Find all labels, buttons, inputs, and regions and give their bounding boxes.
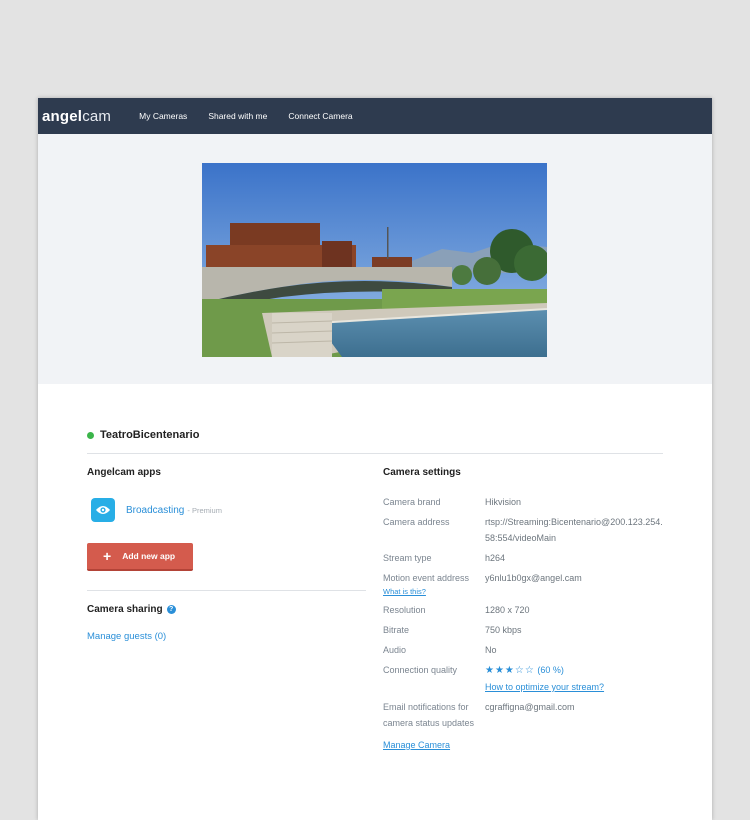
setting-key: Camera address xyxy=(383,517,450,527)
nav-shared-with-me[interactable]: Shared with me xyxy=(208,111,267,121)
setting-key: Connection quality xyxy=(383,665,458,675)
what-is-this-link[interactable]: What is this? xyxy=(383,586,485,598)
setting-row-stream: Stream type h264 xyxy=(383,550,663,566)
camera-name: TeatroBicentenario xyxy=(100,429,200,441)
section-divider xyxy=(87,590,366,591)
setting-key: Motion event address xyxy=(383,573,470,583)
setting-value: 1280 x 720 xyxy=(485,605,530,615)
camera-preview-area xyxy=(38,134,712,384)
setting-value: y6nlu1b0gx@angel.cam xyxy=(485,573,582,583)
sharing-title-text: Camera sharing xyxy=(87,604,163,615)
setting-row-brand: Camera brand Hikvision xyxy=(383,494,663,510)
setting-value-block: ★★★☆☆ (60 %) How to optimize your stream… xyxy=(485,662,663,695)
plus-icon: + xyxy=(103,548,112,564)
setting-row-address: Camera address rtsp://Streaming:Bicenten… xyxy=(383,514,663,546)
app-window: angelcam My Cameras Shared with me Conne… xyxy=(38,98,712,820)
quality-stars-icon: ★★★☆☆ xyxy=(485,665,535,676)
angelcam-logo[interactable]: angelcam xyxy=(42,108,111,125)
setting-value: Hikvision xyxy=(485,497,522,507)
logo-bold-text: angel xyxy=(42,107,83,125)
setting-key: Audio xyxy=(383,645,407,655)
help-icon[interactable]: ? xyxy=(166,605,176,614)
setting-row-email: Email notifications for camera status up… xyxy=(383,699,663,731)
manage-guests-link[interactable]: Manage guests (0) xyxy=(87,631,366,642)
setting-key: Resolution xyxy=(383,605,426,615)
settings-section-title: Camera settings xyxy=(383,467,461,478)
setting-key: Camera brand xyxy=(383,497,441,507)
eye-icon xyxy=(91,498,115,522)
camera-title-row: TeatroBicentenario xyxy=(87,429,663,454)
add-new-app-button[interactable]: + Add new app xyxy=(87,543,193,571)
setting-key: Stream type xyxy=(383,553,432,563)
optimize-stream-link[interactable]: How to optimize your stream? xyxy=(485,682,604,692)
nav-my-cameras[interactable]: My Cameras xyxy=(139,111,187,121)
setting-row-quality: Connection quality ★★★☆☆ (60 %) How to o… xyxy=(383,662,663,695)
setting-row-bitrate: Bitrate 750 kbps xyxy=(383,622,663,638)
quality-percent: (60 %) xyxy=(537,665,564,675)
setting-value: cgraffigna@gmail.com xyxy=(485,702,575,712)
app-item-broadcasting[interactable]: Broadcasting - Premium xyxy=(91,498,366,522)
online-status-dot xyxy=(87,431,94,439)
sharing-section-title: Camera sharing ? xyxy=(87,604,366,615)
top-navbar: angelcam My Cameras Shared with me Conne… xyxy=(38,98,712,134)
setting-row-motion: Motion event address What is this? y6nlu… xyxy=(383,570,663,598)
logo-light-text: cam xyxy=(82,107,112,125)
setting-value: No xyxy=(485,645,497,655)
setting-key: Email notifications for camera status up… xyxy=(383,702,475,728)
setting-value: h264 xyxy=(485,553,506,563)
setting-row-audio: Audio No xyxy=(383,642,663,658)
setting-row-resolution: Resolution 1280 x 720 xyxy=(383,602,663,618)
app-premium-tag: - Premium xyxy=(187,505,222,515)
apps-column: Angelcam apps Broadcasting - Premium + A xyxy=(87,467,366,753)
apps-section-title: Angelcam apps xyxy=(87,467,161,478)
camera-preview-image[interactable] xyxy=(202,163,547,357)
setting-key: Bitrate xyxy=(383,625,410,635)
setting-key-block: Motion event address What is this? xyxy=(383,570,485,598)
app-name-link[interactable]: Broadcasting xyxy=(126,505,184,516)
nav-connect-camera[interactable]: Connect Camera xyxy=(288,111,352,121)
manage-camera-link[interactable]: Manage Camera xyxy=(383,740,450,750)
setting-value: rtsp://Streaming:Bicentenario@200.123.25… xyxy=(485,517,663,543)
add-new-app-label: Add new app xyxy=(122,551,176,561)
settings-column: Camera settings Camera brand Hikvision C… xyxy=(383,467,663,753)
setting-value: 750 kbps xyxy=(485,625,522,635)
